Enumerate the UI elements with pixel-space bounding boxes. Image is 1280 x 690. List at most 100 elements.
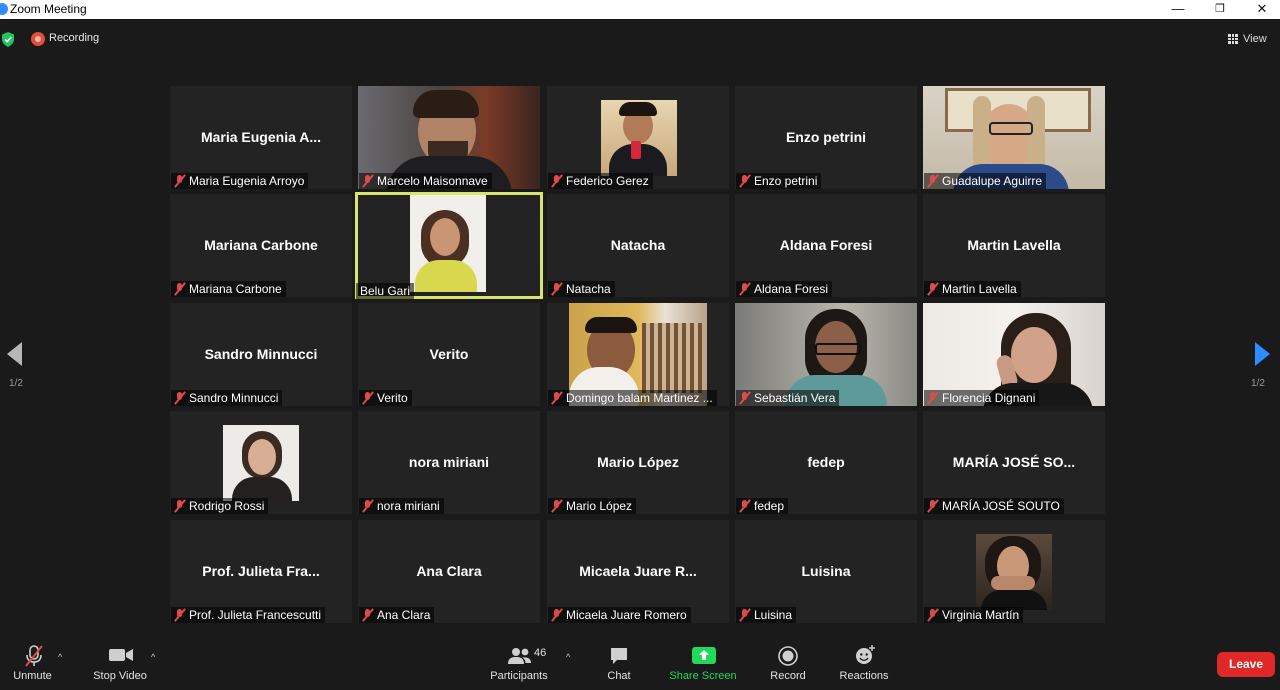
participant-tile[interactable]: nora miriani nora miriani xyxy=(358,411,540,514)
record-icon xyxy=(778,646,798,666)
participant-name: Sebastián Vera xyxy=(754,391,836,405)
participant-name: Mariana Carbone xyxy=(189,282,282,296)
previous-page-arrow-icon[interactable] xyxy=(7,342,22,366)
muted-microphone-icon xyxy=(175,500,184,512)
participant-name: Luisina xyxy=(754,608,793,622)
participant-tile[interactable]: Sebastián Vera xyxy=(735,303,917,406)
window-title: Zoom Meeting xyxy=(10,2,87,16)
participant-name-label: Sandro Minnucci xyxy=(171,390,283,406)
muted-microphone-icon xyxy=(175,392,184,404)
participant-name-label: Natacha xyxy=(548,281,615,297)
participant-name: Guadalupe Aguirre xyxy=(942,174,1043,188)
participant-tile[interactable]: fedep fedep xyxy=(735,411,917,514)
participants-button[interactable]: 46 Participants xyxy=(486,637,552,690)
participant-name-label: Martin Lavella xyxy=(924,281,1021,297)
muted-microphone-icon xyxy=(552,283,561,295)
participant-name-label: fedep xyxy=(736,498,789,514)
participant-display-name: Ana Clara xyxy=(416,563,482,579)
video-options-caret-icon[interactable]: ^ xyxy=(151,652,155,662)
participant-tile[interactable]: Florencia Dignani xyxy=(923,303,1105,406)
participant-name-label: Verito xyxy=(359,390,412,406)
participant-tile[interactable]: Mario López Mario López xyxy=(547,411,729,514)
participant-name-label: Prof. Julieta Francescutti xyxy=(171,607,326,623)
participant-display-name: Luisina xyxy=(801,563,851,579)
restore-button[interactable]: ❐ xyxy=(1200,0,1240,19)
next-page-arrow-icon[interactable] xyxy=(1255,342,1270,366)
muted-microphone-icon xyxy=(363,392,372,404)
muted-microphone-icon xyxy=(740,392,749,404)
participant-tile[interactable]: Verito Verito xyxy=(358,303,540,406)
participant-name: Verito xyxy=(377,391,408,405)
participant-display-name: Enzo petrini xyxy=(785,129,867,145)
muted-microphone-icon xyxy=(363,500,372,512)
participant-tile[interactable]: MARÍA JOSÉ SO... MARÍA JOSÉ SOUTO xyxy=(923,411,1105,514)
title-bar: Zoom Meeting — ❐ ✕ xyxy=(0,0,1280,19)
muted-microphone-icon xyxy=(363,609,372,621)
participant-tile[interactable]: Guadalupe Aguirre xyxy=(923,86,1105,189)
participant-name: Ana Clara xyxy=(377,608,431,622)
participant-name: nora miriani xyxy=(377,499,440,513)
participant-name-label: Luisina xyxy=(736,607,797,623)
participant-name: Federico Gerez xyxy=(566,174,649,188)
participant-tile[interactable]: Sandro Minnucci Sandro Minnucci xyxy=(170,303,352,406)
participants-label: Participants xyxy=(490,670,548,682)
participants-options-caret-icon[interactable]: ^ xyxy=(566,652,570,662)
participant-display-name: Verito xyxy=(429,346,469,362)
participant-tile[interactable]: Ana Clara Ana Clara xyxy=(358,520,540,623)
record-button[interactable]: Record xyxy=(767,637,809,690)
participant-name-label: Ana Clara xyxy=(359,607,435,623)
participant-name-label: Mario López xyxy=(548,498,637,514)
participants-count: 46 xyxy=(534,647,547,659)
meeting-toolbar xyxy=(0,637,1280,690)
participant-name: Virginia Martín xyxy=(942,608,1020,622)
participant-name: Natacha xyxy=(566,282,611,296)
participant-name: Marcelo Maisonnave xyxy=(377,174,488,188)
stop-video-label: Stop Video xyxy=(93,670,147,682)
participant-tile[interactable]: Luisina Luisina xyxy=(735,520,917,623)
grid-view-icon xyxy=(1228,34,1238,44)
unmute-button[interactable]: Unmute xyxy=(5,637,60,690)
muted-microphone-icon xyxy=(175,283,184,295)
minimize-button[interactable]: — xyxy=(1158,0,1198,19)
participant-tile[interactable]: Federico Gerez xyxy=(547,86,729,189)
page-indicator-left: 1/2 xyxy=(9,378,23,389)
participant-tile[interactable]: Virginia Martín xyxy=(923,520,1105,623)
participant-tile[interactable]: Belu Gari xyxy=(355,192,543,299)
audio-options-caret-icon[interactable]: ^ xyxy=(58,652,62,662)
participant-tile[interactable]: Enzo petrini Enzo petrini xyxy=(735,86,917,189)
participants-icon xyxy=(508,648,531,664)
share-screen-button[interactable]: Share Screen xyxy=(666,637,740,690)
muted-microphone-icon xyxy=(552,175,561,187)
muted-microphone-icon xyxy=(552,609,561,621)
participant-display-name: Natacha xyxy=(610,237,666,253)
participant-display-name: MARÍA JOSÉ SO... xyxy=(952,454,1076,470)
participant-name-label: Domingo balam Martinez ... xyxy=(548,390,717,406)
reactions-smiley-icon xyxy=(856,645,875,664)
recording-icon[interactable] xyxy=(31,32,45,46)
participant-name-label: nora miriani xyxy=(359,498,444,514)
participant-tile[interactable]: Martin Lavella Martin Lavella xyxy=(923,194,1105,297)
chat-label: Chat xyxy=(607,670,631,682)
stop-video-button[interactable]: Stop Video xyxy=(88,637,152,690)
participant-name-label: MARÍA JOSÉ SOUTO xyxy=(924,498,1064,514)
leave-button[interactable]: Leave xyxy=(1217,652,1275,677)
view-button[interactable]: View xyxy=(1228,30,1278,48)
recording-label[interactable]: Recording xyxy=(49,32,99,44)
participant-tile[interactable]: Marcelo Maisonnave xyxy=(358,86,540,189)
participant-tile[interactable]: Aldana Foresi Aldana Foresi xyxy=(735,194,917,297)
chat-button[interactable]: Chat xyxy=(599,637,639,690)
shield-icon[interactable] xyxy=(1,32,15,47)
muted-microphone-icon xyxy=(175,609,184,621)
participant-name: Belu Gari xyxy=(360,284,411,298)
participant-tile[interactable]: Domingo balam Martinez ... xyxy=(547,303,729,406)
participant-tile[interactable]: Maria Eugenia A... Maria Eugenia Arroyo xyxy=(170,86,352,189)
reactions-button[interactable]: Reactions xyxy=(838,637,890,690)
participant-tile[interactable]: Rodrigo Rossi xyxy=(170,411,352,514)
participant-tile[interactable]: Natacha Natacha xyxy=(547,194,729,297)
participant-tile[interactable]: Mariana Carbone Mariana Carbone xyxy=(170,194,352,297)
close-button[interactable]: ✕ xyxy=(1242,0,1280,19)
participant-tile[interactable]: Micaela Juare R... Micaela Juare Romero xyxy=(547,520,729,623)
participant-tile[interactable]: Prof. Julieta Fra... Prof. Julieta France… xyxy=(170,520,352,623)
muted-microphone-icon xyxy=(928,392,937,404)
participant-name: Sandro Minnucci xyxy=(189,391,279,405)
